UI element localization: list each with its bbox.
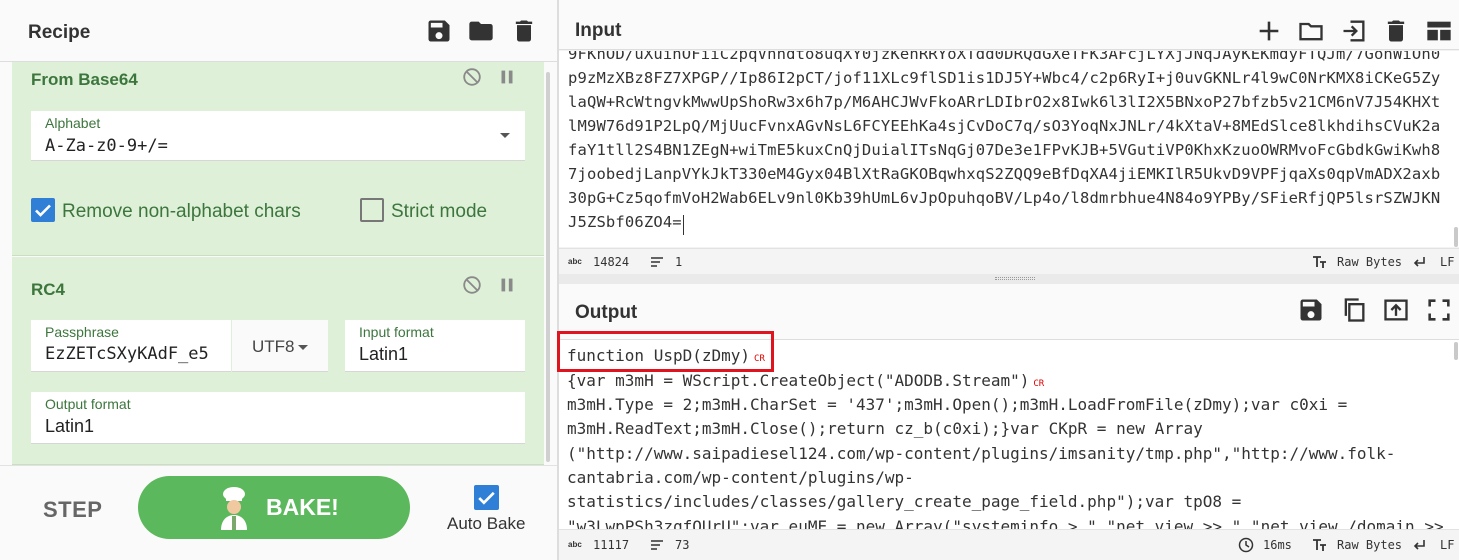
reset-layout-icon[interactable] (1425, 17, 1453, 45)
input-status-bar: abc 14824 1 Raw Bytes LF (559, 248, 1459, 274)
maximize-output-icon[interactable] (1425, 296, 1453, 324)
chevron-down-icon (298, 345, 308, 350)
output-format-value: Latin1 (45, 416, 95, 436)
output-encoding[interactable]: Raw Bytes (1337, 538, 1402, 552)
recipe-scrollbar[interactable] (546, 72, 550, 462)
disable-operation-icon[interactable] (461, 66, 483, 88)
replace-input-with-output-icon[interactable] (1382, 296, 1410, 324)
add-tab-plus-icon[interactable] (1255, 17, 1283, 45)
input-line: 30pG+Cz5qofmVoH2Wab6ELv9nl0Kb39hUmL6vJpO… (568, 189, 1441, 207)
input-line: faY1tll2S4BN1ZEgN+wiTmE5kuxCnQjDuialITsN… (568, 141, 1441, 159)
output-line: m3mH.ReadText;m3mH.Close();return cz_b(c… (567, 419, 1203, 438)
recipe-title: Recipe (28, 22, 91, 43)
output-scrollbar[interactable] (1454, 342, 1458, 360)
recipe-operations-list: From Base64 Alphabet A-Za-z0-9+/= Remove… (12, 62, 544, 465)
check-icon (35, 204, 51, 217)
passphrase-input[interactable]: Passphrase EzZETcSXyKAdF_e5 (31, 320, 231, 372)
passphrase-label: Passphrase (45, 324, 119, 340)
passphrase-encoding-dropdown[interactable]: UTF8 (232, 320, 328, 372)
operation-title: From Base64 (31, 70, 138, 89)
text-encoding-icon[interactable] (1311, 537, 1327, 553)
save-output-icon[interactable] (1297, 296, 1325, 324)
text-cursor (683, 215, 684, 235)
clear-input-trash-icon[interactable] (1382, 17, 1410, 45)
alphabet-value: A-Za-z0-9+/= (45, 136, 168, 156)
input-scrollbar[interactable] (1454, 227, 1458, 247)
strict-mode-checkbox[interactable] (360, 198, 384, 222)
auto-bake-label: Auto Bake (447, 514, 526, 533)
strict-mode-label: Strict mode (391, 201, 488, 222)
input-encoding[interactable]: Raw Bytes (1337, 255, 1402, 269)
open-folder-icon[interactable] (1297, 17, 1325, 45)
operation-title: RC4 (31, 280, 66, 299)
input-title: Input (575, 20, 622, 41)
output-line: {var m3mH = WScript.CreateObject("ADODB.… (567, 371, 1045, 390)
lines-icon (649, 537, 665, 553)
recipe-header: Recipe (0, 0, 557, 62)
output-format-label: Output format (45, 396, 131, 412)
input-line: lM9W76d91P2LpQ/MjUucFvnxAGvNsL6FCYEEhKa4… (568, 117, 1441, 135)
output-length: 11117 (593, 538, 630, 552)
output-line: cantabria.com/wp-content/plugins/wp- (567, 468, 914, 487)
bake-label: BAKE! (266, 494, 339, 520)
input-format-label: Input format (359, 324, 434, 340)
output-eol[interactable]: LF (1440, 538, 1454, 552)
auto-bake-checkbox[interactable] (474, 485, 499, 510)
input-format-select[interactable]: Input format Latin1 (345, 320, 525, 372)
passphrase-encoding-value: UTF8 (252, 337, 295, 356)
output-format-select[interactable]: Output format Latin1 (31, 392, 525, 444)
output-line: statistics/includes/classes/gallery_crea… (567, 492, 1242, 511)
open-file-input-icon[interactable] (1340, 17, 1368, 45)
bake-time: 16ms (1263, 538, 1292, 552)
chef-icon (216, 486, 252, 530)
input-line: p9zMzXBz8FZ7XPGP//Ip86I2pCT/jof11XLc9flS… (568, 69, 1441, 87)
remove-non-alphabet-checkbox[interactable] (31, 198, 55, 222)
io-resize-handle[interactable] (559, 274, 1459, 284)
input-line-count: 1 (675, 255, 683, 269)
length-icon: abc (568, 257, 582, 266)
pause-operation-icon[interactable] (496, 66, 518, 88)
input-length: 14824 (593, 255, 630, 269)
text-encoding-icon[interactable] (1311, 254, 1327, 270)
check-icon (478, 491, 495, 505)
annotation-highlight-box (557, 331, 774, 372)
input-line: laQW+RcWtngvkMwwUpShoRw3x6h7p/M6AHCJWvFk… (568, 93, 1441, 111)
alphabet-label: Alphabet (45, 115, 101, 131)
recipe-panel: Recipe From Base64 Alphabet A-Za-z0-9+/= (0, 0, 557, 560)
input-eol[interactable]: LF (1440, 255, 1454, 269)
save-recipe-icon[interactable] (425, 17, 453, 45)
length-icon: abc (568, 540, 582, 549)
chevron-down-icon (500, 133, 510, 138)
output-title: Output (575, 302, 638, 323)
input-textarea[interactable]: 9FKhOD/uXuihOFiiC2pqVhhdto8uqXY0jzKehRRY… (559, 51, 1459, 247)
bake-button[interactable]: BAKE! (138, 476, 410, 539)
step-button[interactable]: STEP (43, 497, 102, 523)
alphabet-select[interactable]: Alphabet A-Za-z0-9+/= (31, 111, 525, 161)
eol-return-icon (1411, 254, 1427, 270)
input-header: Input (559, 0, 1459, 50)
input-line: 7joobedjLanpVYkJkT330eM4Gyx04BlXtRaGKOBq… (568, 165, 1441, 183)
output-line: m3mH.Type = 2;m3mH.CharSet = '437';m3mH.… (567, 395, 1348, 414)
resize-grip (995, 277, 1035, 280)
output-status-bar: abc 11117 73 16ms Raw Bytes LF (559, 529, 1459, 560)
disable-operation-icon[interactable] (461, 274, 483, 296)
output-line: ("http://www.saipadiesel124.com/wp-conte… (567, 444, 1396, 463)
operation-from-base64[interactable]: From Base64 Alphabet A-Za-z0-9+/= Remove… (12, 62, 544, 256)
passphrase-value: EzZETcSXyKAdF_e5 (45, 344, 209, 364)
input-format-value: Latin1 (359, 344, 409, 364)
input-line: J5ZSbf06ZO4= (568, 213, 682, 231)
eol-return-icon (1411, 537, 1427, 553)
clock-icon (1238, 537, 1254, 553)
pause-operation-icon[interactable] (496, 274, 518, 296)
copy-output-icon[interactable] (1340, 296, 1368, 324)
output-line: "w3LwpPSh3zqfOUrU";var euME = new Array(… (567, 517, 1454, 529)
remove-non-alphabet-label: Remove non-alphabet chars (62, 201, 301, 222)
clear-recipe-trash-icon[interactable] (510, 17, 538, 45)
operation-rc4[interactable]: RC4 Passphrase EzZETcSXyKAdF_e5 UTF8 Inp… (12, 257, 544, 465)
output-line-count: 73 (675, 538, 690, 552)
load-recipe-folder-icon[interactable] (467, 17, 495, 45)
lines-icon (649, 254, 665, 270)
input-line: 9FKhOD/uXuihOFiiC2pqVhhdto8uqXY0jzKehRRY… (568, 51, 1441, 63)
